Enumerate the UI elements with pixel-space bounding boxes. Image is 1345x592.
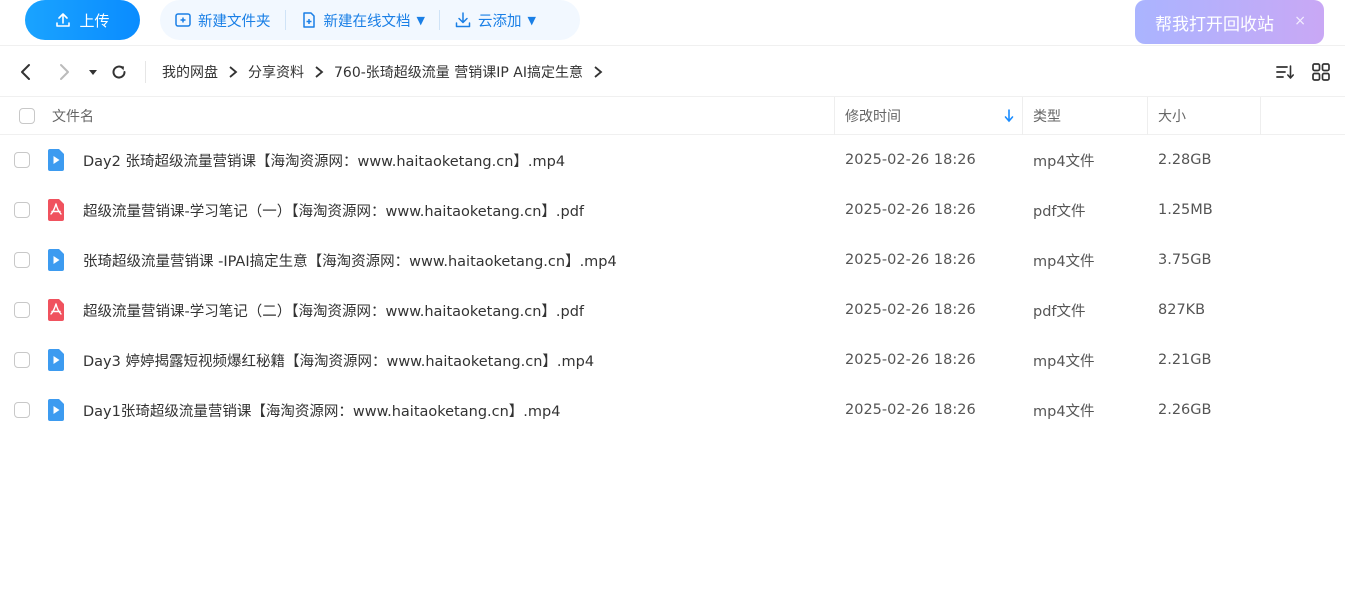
file-table-header: 文件名 修改时间 类型 大小 (0, 97, 1345, 135)
close-icon[interactable]: × (1294, 13, 1306, 29)
table-row[interactable]: 张琦超级流量营销课 -IPAI搞定生意【海淘资源网：www.haitaoketa… (0, 235, 1345, 285)
file-size: 3.75GB (1158, 252, 1212, 268)
column-size[interactable]: 大小 (1147, 97, 1261, 135)
video-file-icon (48, 399, 64, 421)
file-size: 1.25MB (1158, 202, 1213, 218)
row-checkbox[interactable] (14, 252, 30, 268)
new-folder-label: 新建文件夹 (198, 13, 271, 30)
column-modified[interactable]: 修改时间 (834, 97, 1022, 135)
caret-down-icon: ▼ (416, 13, 425, 27)
caret-down-icon: ▼ (527, 13, 536, 27)
chevron-right-icon[interactable] (593, 66, 603, 78)
file-modified-time: 2025-02-26 18:26 (845, 152, 976, 168)
file-name[interactable]: 超级流量营销课-学习笔记（二）【海淘资源网：www.haitaoketang.c… (83, 300, 584, 321)
column-type-label: 类型 (1033, 109, 1061, 125)
row-checkbox[interactable] (14, 352, 30, 368)
new-doc-label: 新建在线文档 (323, 13, 411, 30)
file-modified-time: 2025-02-26 18:26 (845, 302, 976, 318)
caret-down-icon (89, 70, 97, 75)
table-row[interactable]: 超级流量营销课-学习笔记（一）【海淘资源网：www.haitaoketang.c… (0, 185, 1345, 235)
pdf-file-icon (48, 299, 64, 321)
file-name[interactable]: 超级流量营销课-学习笔记（一）【海淘资源网：www.haitaoketang.c… (83, 200, 584, 221)
recycle-promo-text: 帮我打开回收站 (1155, 14, 1274, 35)
file-name[interactable]: Day3 婷婷揭露短视频爆红秘籍【海淘资源网：www.haitaoketang.… (83, 350, 594, 371)
back-button[interactable] (15, 61, 37, 83)
breadcrumb: 我的网盘 分享资料 760-张琦超级流量 营销课IP AI搞定生意 (145, 61, 611, 83)
column-name[interactable]: 文件名 (52, 97, 94, 135)
upload-icon (56, 13, 71, 27)
grid-view-icon[interactable] (1311, 62, 1331, 82)
video-file-icon (48, 249, 64, 271)
cloud-add-label: 云添加 (477, 13, 522, 30)
table-row[interactable]: Day3 婷婷揭露短视频爆红秘籍【海淘资源网：www.haitaoketang.… (0, 335, 1345, 385)
row-checkbox[interactable] (14, 202, 30, 218)
file-modified-time: 2025-02-26 18:26 (845, 352, 976, 368)
file-size: 2.28GB (1158, 152, 1212, 168)
table-row[interactable]: 超级流量营销课-学习笔记（二）【海淘资源网：www.haitaoketang.c… (0, 285, 1345, 335)
column-modified-label: 修改时间 (845, 109, 901, 125)
row-checkbox[interactable] (14, 152, 30, 168)
navigation-bar: 我的网盘 分享资料 760-张琦超级流量 营销课IP AI搞定生意 (0, 47, 1345, 97)
table-row[interactable]: Day1张琦超级流量营销课【海淘资源网：www.haitaoketang.cn】… (0, 385, 1345, 435)
file-modified-time: 2025-02-26 18:26 (845, 202, 976, 218)
chevron-right-icon (315, 66, 324, 78)
file-type: mp4文件 (1033, 353, 1095, 370)
file-size: 827KB (1158, 302, 1206, 318)
new-folder-icon (175, 13, 191, 27)
file-modified-time: 2025-02-26 18:26 (845, 252, 976, 268)
download-icon (455, 12, 471, 28)
new-folder-button[interactable]: 新建文件夹 (160, 10, 285, 30)
file-type: pdf文件 (1033, 203, 1086, 220)
file-modified-time: 2025-02-26 18:26 (845, 402, 976, 418)
refresh-icon (112, 65, 126, 79)
top-toolbar: 上传 新建文件夹 新建在线文档 ▼ 云添加 ▼ 帮我打开回收站 × (0, 0, 1345, 46)
sort-descending-icon (1004, 109, 1014, 123)
table-row[interactable]: Day2 张琦超级流量营销课【海淘资源网：www.haitaoketang.cn… (0, 135, 1345, 185)
file-type: mp4文件 (1033, 253, 1095, 270)
breadcrumb-item[interactable]: 分享资料 (246, 62, 306, 82)
chevron-left-icon (21, 64, 30, 80)
column-size-label: 大小 (1158, 109, 1186, 125)
chevron-right-icon (60, 64, 69, 80)
select-all-checkbox[interactable] (19, 108, 35, 124)
row-checkbox[interactable] (14, 302, 30, 318)
file-type: mp4文件 (1033, 153, 1095, 170)
new-doc-icon (302, 12, 315, 28)
chevron-right-icon (229, 66, 238, 78)
file-actions: 新建文件夹 新建在线文档 ▼ 云添加 ▼ (160, 0, 580, 40)
video-file-icon (48, 349, 64, 371)
file-size: 2.26GB (1158, 402, 1212, 418)
history-dropdown-button[interactable] (82, 61, 104, 83)
breadcrumb-item[interactable]: 我的网盘 (160, 62, 220, 82)
sort-icon[interactable] (1275, 62, 1295, 82)
upload-button[interactable]: 上传 (25, 0, 140, 40)
cloud-add-button[interactable]: 云添加 ▼ (438, 10, 550, 30)
refresh-button[interactable] (108, 61, 130, 83)
file-name[interactable]: 张琦超级流量营销课 -IPAI搞定生意【海淘资源网：www.haitaoketa… (83, 250, 617, 271)
pdf-file-icon (48, 199, 64, 221)
file-type: pdf文件 (1033, 303, 1086, 320)
forward-button[interactable] (53, 61, 75, 83)
open-recycle-bin-banner[interactable]: 帮我打开回收站 × (1135, 0, 1324, 44)
upload-label: 上传 (79, 11, 110, 30)
column-name-label: 文件名 (52, 109, 94, 125)
new-online-doc-button[interactable]: 新建在线文档 ▼ (284, 10, 439, 30)
row-checkbox[interactable] (14, 402, 30, 418)
breadcrumb-item[interactable]: 760-张琦超级流量 营销课IP AI搞定生意 (332, 62, 585, 82)
file-name[interactable]: Day2 张琦超级流量营销课【海淘资源网：www.haitaoketang.cn… (83, 150, 565, 171)
file-type: mp4文件 (1033, 403, 1095, 420)
video-file-icon (48, 149, 64, 171)
file-size: 2.21GB (1158, 352, 1212, 368)
file-name[interactable]: Day1张琦超级流量营销课【海淘资源网：www.haitaoketang.cn】… (83, 400, 560, 421)
column-type[interactable]: 类型 (1022, 97, 1148, 135)
